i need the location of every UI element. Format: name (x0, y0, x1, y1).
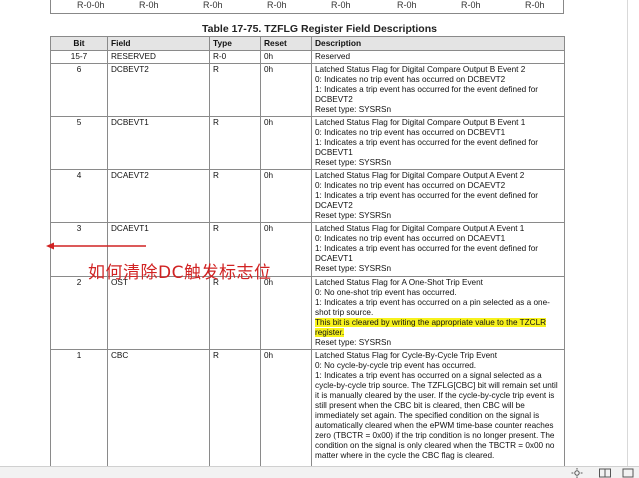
cell-description: Reserved (311, 50, 565, 64)
description-line: 0: Indicates no trip event has occurred … (315, 234, 506, 243)
cell-bit: 1 (50, 349, 108, 470)
table-title: Table 17-75. TZFLG Register Field Descri… (202, 23, 437, 35)
header-type: Type (209, 36, 261, 51)
table-row: 15-7 RESERVED R-0 0h Reserved (50, 50, 565, 64)
description-line: Reset type: SYSRSn (315, 105, 391, 114)
register-reset-cell: R-0h (525, 0, 545, 10)
cell-reset: 0h (260, 50, 312, 64)
register-reset-cell: R-0h (139, 0, 159, 10)
description-line: 1: Indicates a trip event has occurred f… (315, 244, 539, 263)
description-line: Reset type: SYSRSn (315, 158, 391, 167)
page-edge-rule (627, 0, 628, 466)
annotation-arrow-icon (46, 242, 146, 250)
cell-description: Latched Status Flag for Digital Compare … (311, 63, 565, 117)
cell-field: CBC (107, 349, 210, 470)
description-line: Reset type: SYSRSn (315, 338, 391, 347)
register-reset-cell: R-0h (331, 0, 351, 10)
register-reset-cell: R-0-0h (77, 0, 105, 10)
viewer-status-bar (0, 466, 639, 478)
table-row: 5 DCBEVT1 R 0h Latched Status Flag for D… (50, 116, 565, 170)
description-line: 1: Indicates a trip event has occurred f… (315, 138, 539, 157)
description-line: 0: Indicates no trip event has occurred … (315, 75, 506, 84)
register-reset-cell: R-0h (203, 0, 223, 10)
cell-bit: 4 (50, 169, 108, 223)
table-row: 1 CBC R 0h Latched Status Flag for Cycle… (50, 349, 565, 470)
register-reset-cell: R-0h (267, 0, 287, 10)
cell-reset: 0h (260, 169, 312, 223)
sun-icon[interactable] (570, 468, 584, 478)
description-line: 0: No one-shot trip event has occurred. (315, 288, 457, 297)
description-line: 1: Indicates a trip event has occurred f… (315, 191, 539, 210)
description-line: Latched Status Flag for Digital Compare … (315, 171, 525, 180)
cell-description: Latched Status Flag for A One-Shot Trip … (311, 276, 565, 350)
cell-description: Latched Status Flag for Digital Compare … (311, 116, 565, 170)
register-reset-cell: R-0h (397, 0, 417, 10)
description-line: Latched Status Flag for Digital Compare … (315, 224, 525, 233)
description-line: 1: Indicates a trip event has occurred o… (315, 298, 550, 317)
cell-description: Latched Status Flag for Digital Compare … (311, 222, 565, 277)
description-line: Reserved (315, 52, 351, 61)
cell-type: R (209, 63, 261, 117)
cell-type: R (209, 169, 261, 223)
description-line-highlighted: This bit is cleared by writing the appro… (315, 318, 561, 338)
cell-type: R (209, 349, 261, 470)
description-line: 0: Indicates no trip event has occurred … (315, 128, 506, 137)
cell-bit: 6 (50, 63, 108, 117)
description-line: Reset type: SYSRSn (315, 211, 391, 220)
description-line: 0: No cycle-by-cycle trip event has occu… (315, 361, 477, 370)
cell-field: DCBEVT2 (107, 63, 210, 117)
register-reset-cell: R-0h (461, 0, 481, 10)
cell-type: R-0 (209, 50, 261, 64)
cell-field: DCBEVT1 (107, 116, 210, 170)
header-bit: Bit (50, 36, 108, 51)
cell-type: R (209, 116, 261, 170)
description-line: 1: Indicates a trip event has occurred o… (315, 371, 558, 460)
description-line: Latched Status Flag for A One-Shot Trip … (315, 278, 483, 287)
register-field-table: Bit Field Type Reset Description 15-7 RE… (50, 36, 565, 470)
header-field: Field (107, 36, 210, 51)
description-line: Reset type: SYSRSn (315, 264, 391, 273)
header-reset: Reset (260, 36, 312, 51)
cell-reset: 0h (260, 349, 312, 470)
table-row: 4 DCAEVT2 R 0h Latched Status Flag for D… (50, 169, 565, 223)
description-line: Latched Status Flag for Digital Compare … (315, 118, 526, 127)
cell-bit: 15-7 (50, 50, 108, 64)
table-row: 2 OST R 0h Latched Status Flag for A One… (50, 276, 565, 350)
cell-reset: 0h (260, 63, 312, 117)
description-line: Latched Status Flag for Cycle-By-Cycle T… (315, 351, 498, 360)
two-page-view-icon[interactable] (598, 468, 612, 478)
cell-bit: 5 (50, 116, 108, 170)
table-row: 6 DCBEVT2 R 0h Latched Status Flag for D… (50, 63, 565, 117)
cell-reset: 0h (260, 276, 312, 350)
cell-reset: 0h (260, 116, 312, 170)
highlighted-text: This bit is cleared by writing the appro… (315, 318, 547, 337)
cell-bit: 2 (50, 276, 108, 350)
header-description: Description (311, 36, 565, 51)
register-bit-row-partial: R-0-0h R-0h R-0h R-0h R-0h R-0h R-0h R-0… (50, 0, 564, 14)
cell-type: R (209, 276, 261, 350)
cell-field: OST (107, 276, 210, 350)
cell-description: Latched Status Flag for Digital Compare … (311, 169, 565, 223)
annotation-text: 如何清除DC触发标志位 (88, 263, 272, 283)
cell-description: Latched Status Flag for Cycle-By-Cycle T… (311, 349, 565, 470)
cell-field: DCAEVT2 (107, 169, 210, 223)
description-line: 1: Indicates a trip event has occurred f… (315, 85, 539, 104)
cell-field: RESERVED (107, 50, 210, 64)
description-line: Latched Status Flag for Digital Compare … (315, 65, 526, 74)
table-header-row: Bit Field Type Reset Description (50, 36, 565, 51)
description-line: 0: Indicates no trip event has occurred … (315, 181, 506, 190)
single-page-view-icon[interactable] (621, 468, 635, 478)
